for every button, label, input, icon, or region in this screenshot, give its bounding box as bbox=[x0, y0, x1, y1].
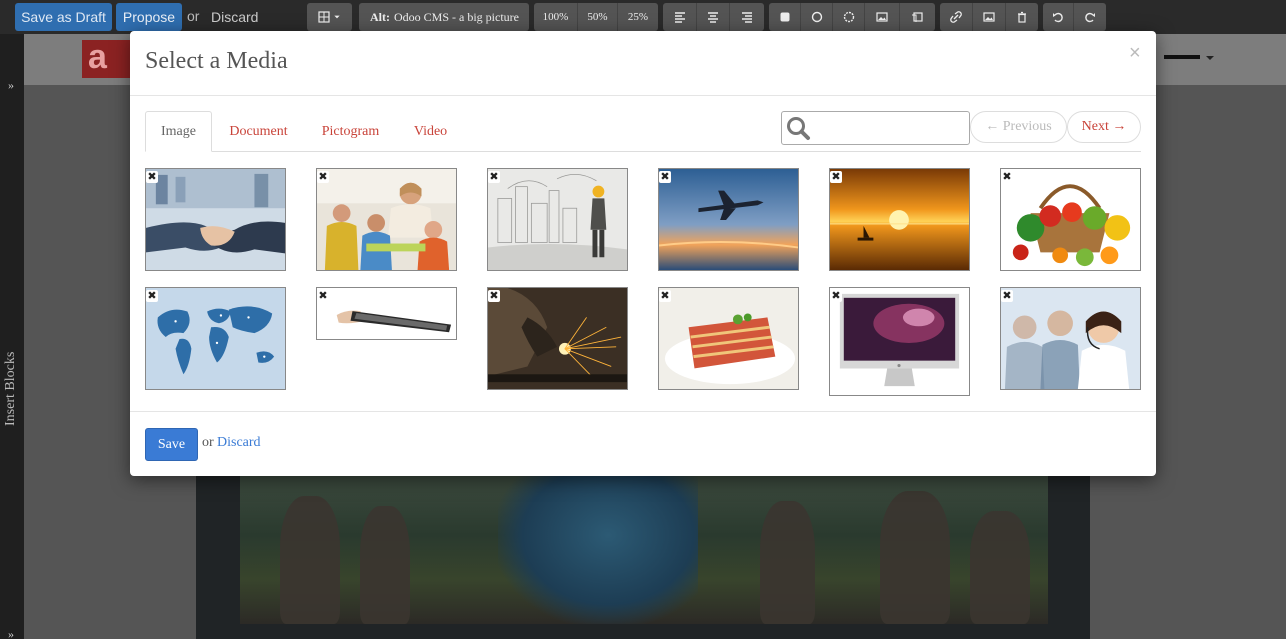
close-icon[interactable]: × bbox=[1129, 42, 1141, 65]
insert-blocks-label: Insert Blocks bbox=[3, 351, 18, 426]
editor-toolbar: Save as Draft Propose or Discard Alt: Od… bbox=[0, 0, 1286, 34]
footer-divider bbox=[130, 411, 1156, 412]
delete-image-icon[interactable]: ✖ bbox=[488, 290, 500, 302]
media-thumb-vegetables[interactable] bbox=[1000, 168, 1141, 271]
header-divider bbox=[130, 95, 1156, 96]
propose-button[interactable]: Propose bbox=[116, 3, 182, 31]
align-left-icon[interactable] bbox=[663, 3, 697, 31]
image-icon[interactable] bbox=[865, 3, 900, 31]
delete-image-icon[interactable]: ✖ bbox=[1001, 171, 1013, 183]
circle-icon[interactable] bbox=[801, 3, 833, 31]
alt-text-field[interactable]: Alt: Odoo CMS - a big picture bbox=[359, 3, 529, 31]
media-thumb-classroom[interactable] bbox=[316, 168, 457, 271]
next-page-button[interactable]: Next → bbox=[1067, 111, 1141, 143]
delete-image-icon[interactable]: ✖ bbox=[488, 171, 500, 183]
grid-dropdown[interactable] bbox=[307, 3, 352, 31]
dialog-title: Select a Media bbox=[145, 48, 288, 74]
save-as-draft-button[interactable]: Save as Draft bbox=[15, 3, 112, 31]
site-logo: a bbox=[82, 38, 130, 78]
media-thumb-imac[interactable] bbox=[829, 287, 970, 396]
insert-blocks-rail[interactable]: » Insert Blocks bbox=[0, 34, 24, 639]
tab-pictogram[interactable]: Pictogram bbox=[308, 111, 393, 152]
expand-chevron-bottom-icon[interactable]: » bbox=[8, 627, 14, 639]
size-50-button[interactable]: 50% bbox=[578, 3, 618, 31]
align-center-icon[interactable] bbox=[697, 3, 730, 31]
media-thumb-tablet[interactable] bbox=[316, 287, 457, 340]
delete-image-icon[interactable]: ✖ bbox=[146, 290, 158, 302]
media-thumb-welder[interactable] bbox=[487, 287, 628, 390]
shape-group bbox=[769, 3, 935, 31]
toolbar-or-text: or bbox=[187, 8, 200, 24]
link-group bbox=[940, 3, 1038, 31]
delete-image-icon[interactable]: ✖ bbox=[830, 171, 842, 183]
tab-document[interactable]: Document bbox=[217, 111, 300, 152]
discard-link[interactable]: Discard bbox=[217, 435, 261, 451]
alt-value: Odoo CMS - a big picture bbox=[394, 9, 519, 24]
image-size-group: 100% 50% 25% bbox=[534, 3, 658, 31]
replace-image-icon[interactable] bbox=[973, 3, 1006, 31]
previous-page-button[interactable]: ← Previous bbox=[970, 111, 1067, 143]
delete-image-icon[interactable]: ✖ bbox=[317, 171, 329, 183]
delete-image-icon[interactable]: ✖ bbox=[146, 171, 158, 183]
history-group bbox=[1043, 3, 1106, 31]
search-box bbox=[781, 111, 970, 145]
hero-picture[interactable] bbox=[240, 476, 1048, 624]
shadow-icon[interactable] bbox=[833, 3, 865, 31]
tab-image[interactable]: Image bbox=[145, 111, 212, 152]
grid-icon bbox=[307, 3, 352, 31]
rounded-square-icon[interactable] bbox=[769, 3, 801, 31]
footer-or-text: or bbox=[202, 435, 214, 450]
caret-down-icon bbox=[1206, 56, 1214, 60]
select-media-dialog: Select a Media × Image Document Pictogra… bbox=[130, 31, 1156, 476]
tab-video[interactable]: Video bbox=[400, 111, 461, 152]
media-thumb-lasagna[interactable] bbox=[658, 287, 799, 390]
delete-image-icon[interactable]: ✖ bbox=[1001, 290, 1013, 302]
media-thumb-world-map[interactable] bbox=[145, 287, 286, 390]
media-thumb-city-sketch[interactable] bbox=[487, 168, 628, 271]
delete-image-icon[interactable]: ✖ bbox=[830, 290, 842, 302]
size-100-button[interactable]: 100% bbox=[534, 3, 578, 31]
media-thumb-handshake[interactable] bbox=[145, 168, 286, 271]
media-thumb-sea-sunset[interactable] bbox=[829, 168, 970, 271]
align-group bbox=[663, 3, 764, 31]
trash-icon[interactable] bbox=[1006, 3, 1038, 31]
size-25-button[interactable]: 25% bbox=[618, 3, 658, 31]
user-menu[interactable] bbox=[1164, 53, 1214, 63]
alt-label: Alt: bbox=[370, 9, 390, 24]
media-thumb-airplane[interactable] bbox=[658, 168, 799, 271]
delete-image-icon[interactable]: ✖ bbox=[317, 290, 329, 302]
redo-icon[interactable] bbox=[1074, 3, 1106, 31]
undo-icon[interactable] bbox=[1043, 3, 1074, 31]
crop-icon[interactable] bbox=[900, 3, 935, 31]
link-icon[interactable] bbox=[940, 3, 973, 31]
search-input[interactable] bbox=[816, 116, 966, 140]
hero-picture-frame bbox=[196, 460, 1090, 639]
align-right-icon[interactable] bbox=[730, 3, 764, 31]
search-icon bbox=[787, 117, 810, 140]
media-thumb-call-center[interactable] bbox=[1000, 287, 1141, 390]
toolbar-discard-link[interactable]: Discard bbox=[211, 9, 258, 25]
expand-chevron-icon[interactable]: » bbox=[8, 78, 14, 93]
delete-image-icon[interactable]: ✖ bbox=[659, 290, 671, 302]
save-button[interactable]: Save bbox=[145, 428, 198, 461]
delete-image-icon[interactable]: ✖ bbox=[659, 171, 671, 183]
